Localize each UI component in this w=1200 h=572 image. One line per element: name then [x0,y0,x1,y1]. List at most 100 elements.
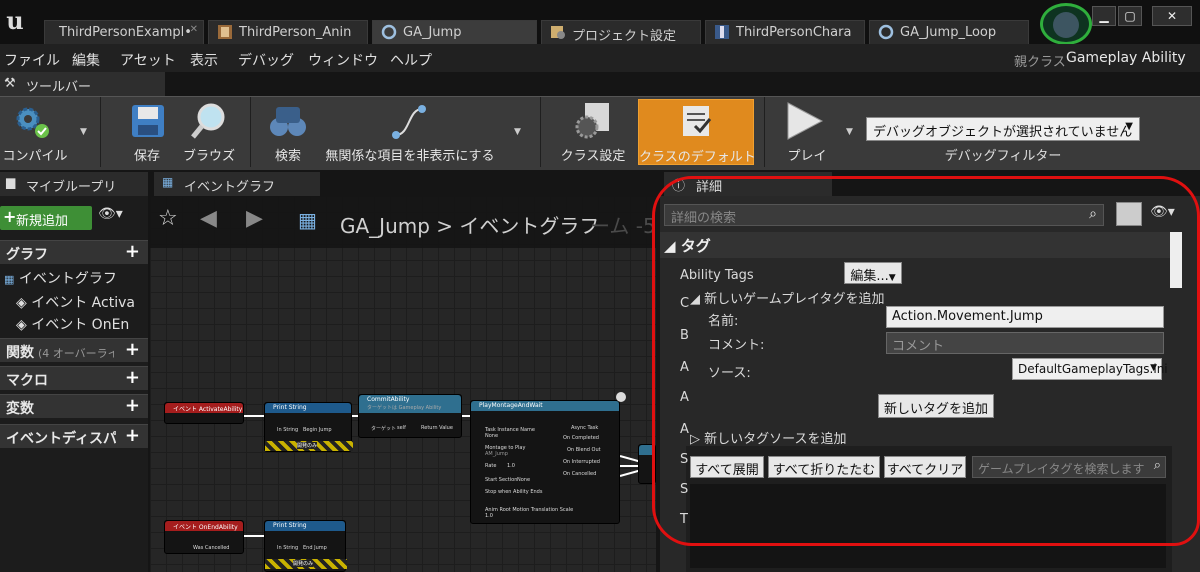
compile-gear-icon [16,107,49,138]
info-icon: ⓘ [672,179,686,194]
save-button[interactable]: 保存 [120,97,174,167]
graph-icon: ▦ [162,175,174,189]
class-settings-icon [575,103,609,139]
tag-search-input[interactable]: ゲームプレイタグを検索します ⌕ [972,456,1166,478]
class-settings-button[interactable]: クラス設定 [558,97,628,167]
book-icon: ▆ [6,175,16,189]
maximize-button[interactable]: ▢ [1118,6,1142,26]
menu-file[interactable]: ファイル [4,50,60,70]
search-icon: ⌕ [1153,458,1161,473]
toolbar-separator [250,97,251,167]
search-icon: ⌕ [1089,206,1097,222]
class-defaults-icon [683,106,712,136]
tab-ga-jump-loop[interactable]: GA_Jump_Loop [869,20,1029,44]
tab-project-settings[interactable]: プロジェクト設定 [541,20,701,44]
menu-edit[interactable]: 編集 [72,50,100,70]
menu-asset[interactable]: アセット [120,50,176,70]
expand-all-button[interactable]: すべて展開 [690,456,764,478]
edit-tags-dropdown[interactable]: 編集...▼ [844,262,902,284]
view-options-eye-icon[interactable]: 👁▾ [1150,204,1175,220]
add-new-button[interactable]: + 新規追加 [0,206,92,230]
add-dispatcher-plus-icon[interactable]: + [125,425,140,446]
toolbar-separator [100,97,101,167]
play-montage-and-wait-node[interactable]: PlayMontageAndWait Task Instance Name No… [470,400,620,524]
parent-class-value[interactable]: Gameplay Ability [1066,50,1186,66]
tab-thirdperson-character[interactable]: ThirdPersonChara [705,20,865,44]
hide-unrelated-nodes-icon [392,105,426,139]
clear-all-button[interactable]: すべてクリア [884,456,966,478]
tab-close-icon[interactable]: ✕ [190,24,198,35]
close-window-button[interactable]: ✕ [1152,6,1192,26]
add-new-tag-button[interactable]: 新しいタグを追加 [878,394,994,418]
details-scrollbar[interactable] [1170,232,1182,288]
print-string-node[interactable]: Print String In String Begin Jump 開発のみ [264,402,353,452]
play-button[interactable]: プレイ [772,97,842,167]
play-options-chevron-down-icon[interactable]: ▼ [846,127,853,137]
details-panel: 詳細の検索 ⌕ 👁▾ ◢ タグ Ability Tags 編集...▼ ◢ 新し… [660,196,1200,572]
menu-debug[interactable]: デバッグ [238,50,294,70]
event-graph-tab[interactable]: ▦ イベントグラフ [154,172,320,196]
graph-icon: ▦ [4,273,15,286]
debug-object-select[interactable]: デバッグオブジェクトが選択されていません ▼ [866,117,1140,141]
tag-tree-list[interactable] [690,484,1166,568]
tab-ga-jump[interactable]: GA_Jump [372,20,537,44]
view-options-eye-icon[interactable]: 👁▾ [98,206,123,222]
commit-ability-node[interactable]: CommitAbility ターゲットは Gameplay Ability ター… [358,394,462,438]
menu-help[interactable]: ヘルプ [390,50,432,70]
event-activate-item[interactable]: ◈ イベント Activa [16,292,146,312]
add-variable-plus-icon[interactable]: + [125,395,140,416]
macros-category[interactable]: マクロ + [0,366,148,390]
menu-view[interactable]: 表示 [190,50,218,70]
add-new-tag-section[interactable]: ◢ 新しいゲームプレイタグを追加 [690,288,884,307]
title-bar: u ThirdPersonExampl• ✕ ThirdPerson_Anin … [0,0,1200,45]
source-control-badge-icon[interactable] [1040,3,1092,45]
browse-magnifier-icon [191,103,225,139]
add-macro-plus-icon[interactable]: + [125,367,140,388]
tag-comment-field[interactable]: コメント [886,332,1164,354]
add-graph-plus-icon[interactable]: + [125,241,140,262]
toolbar-separator [540,97,541,167]
event-activate-ability-node[interactable]: イベント ActivateAbility [164,402,244,424]
tag-name-field[interactable]: Action.Movement.Jump [886,306,1164,328]
chevron-down-icon: ▼ [888,273,896,283]
graphs-category[interactable]: グラフ + [0,240,148,264]
functions-category[interactable]: 関数 (4 オーバーライ + [0,338,148,362]
hide-options-chevron-down-icon[interactable]: ▼ [514,127,521,137]
offscreen-node[interactable] [638,444,656,484]
tab-thirdperson-anim[interactable]: ThirdPerson_Anin [208,20,368,44]
compile-button[interactable]: コンパイル [0,97,70,167]
my-blueprint-tab[interactable]: ▆ マイブループリ [0,172,148,196]
print-string-node[interactable]: Print String In String End Jump 開発のみ [264,520,347,572]
development-only-stripe: 開発のみ [265,441,353,451]
event-dispatchers-category[interactable]: イベントディスパ + [0,424,148,448]
unreal-logo-icon: u [6,6,24,35]
event-onend-ability-node[interactable]: イベント OnEndAbility Was Cancelled [164,520,244,554]
minimize-button[interactable]: ▁ [1092,6,1116,26]
tab-thirdperson-example-map[interactable]: ThirdPersonExampl• ✕ [44,20,204,44]
hide-unrelated-button[interactable]: 無関係な項目を非表示にする [320,97,500,167]
browse-button[interactable]: ブラウズ [178,97,240,167]
tags-category-header[interactable]: ◢ タグ [660,232,1172,258]
toolbar-tab-icon: ⚒ [4,76,16,91]
tag-source-select[interactable]: DefaultGameplayTags.ini ▼ [1012,358,1168,380]
event-onend-item[interactable]: ◈ イベント OnEn [16,314,146,334]
add-function-plus-icon[interactable]: + [125,339,140,360]
chevron-down-icon: ▼ [1125,121,1133,132]
find-button[interactable]: 検索 [260,97,316,167]
event-graph-item[interactable]: ▦ イベントグラフ [4,268,144,288]
collapse-all-button[interactable]: すべて折りたたむ [768,456,880,478]
toolbar: コンパイル ▼ 保存 ブラウズ 検索 無関係な項目を非表示にする ▼ クラス設定 [0,96,1200,170]
event-graph-canvas[interactable]: ☆ ◀ ▶ ▦ GA_Jump > イベントグラフ ーム -5 イベント Act… [150,196,656,572]
binoculars-icon [270,107,306,136]
details-tab[interactable]: ⓘ 詳細 [664,172,832,196]
menu-window[interactable]: ウィンドウ [308,50,378,70]
details-search-input[interactable]: 詳細の検索 ⌕ [664,204,1104,226]
variables-category[interactable]: 変数 + [0,394,148,418]
class-defaults-button[interactable]: クラスのデフォルト [638,99,756,165]
compile-options-chevron-down-icon[interactable]: ▼ [80,127,87,137]
add-new-tag-source-section[interactable]: ▷ 新しいタグソースを追加 [690,428,847,447]
settings-icon [551,26,565,39]
menu-bar: ファイル 編集 アセット 表示 デバッグ ウィンドウ ヘルプ 親クラス Game… [0,44,1200,72]
toolbar-tab[interactable]: ⚒ ツールバー [0,72,165,96]
property-matrix-icon[interactable] [1116,202,1142,226]
